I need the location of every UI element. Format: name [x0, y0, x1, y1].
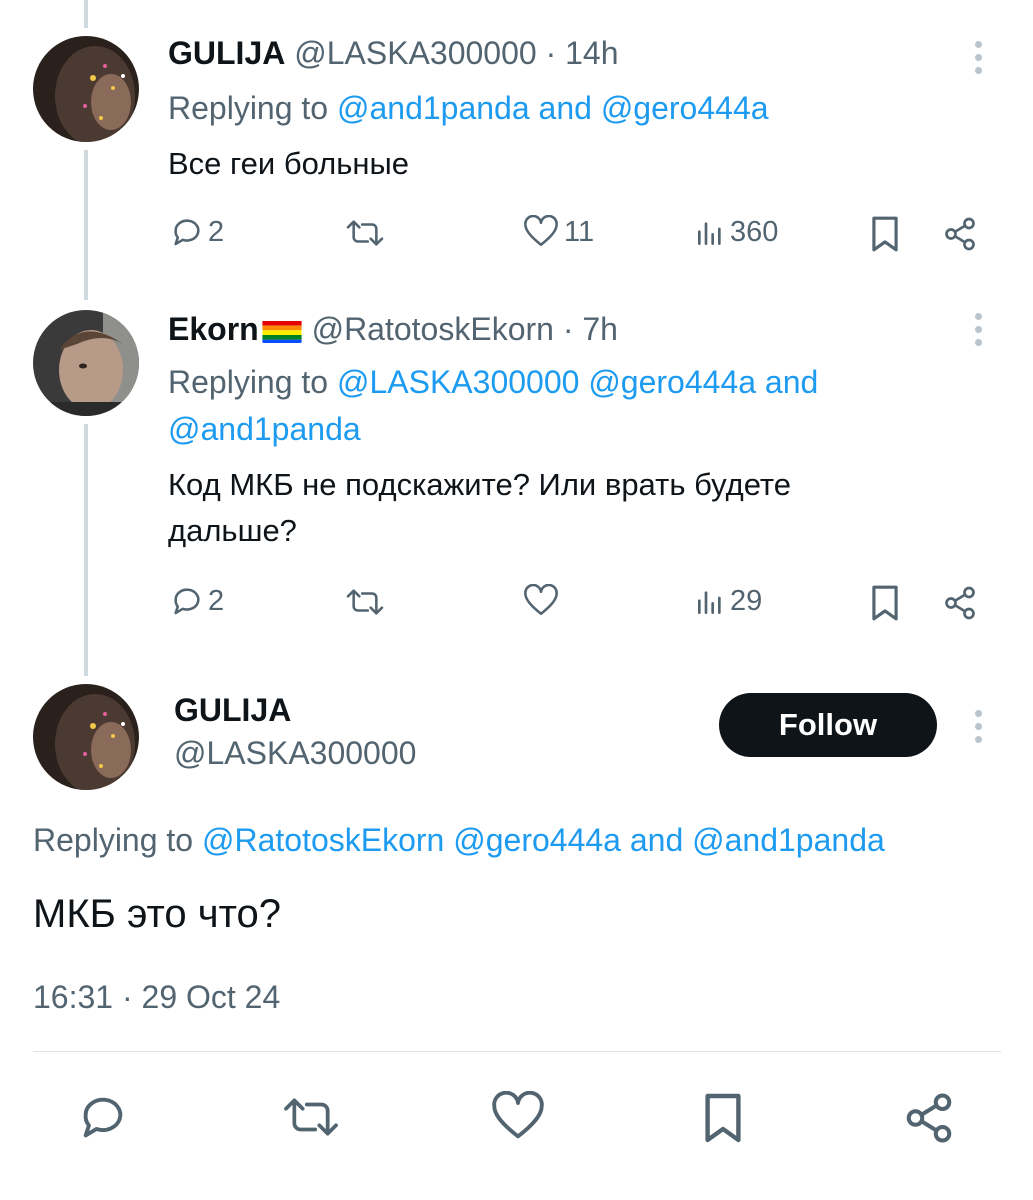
like-icon [492, 1091, 544, 1139]
bookmark-icon [872, 216, 898, 252]
mention-and1panda[interactable]: @and1panda [692, 822, 885, 858]
bookmark-button[interactable] [701, 1090, 745, 1146]
retweet-button[interactable] [343, 585, 387, 619]
replying-to: Replying to @and1panda and @gero444a [168, 84, 769, 132]
like-button[interactable]: 11 [522, 215, 594, 249]
mention-and1panda[interactable]: @and1panda [337, 90, 530, 126]
replying-to: Replying to @RatotoskEkorn @gero444a and… [33, 816, 885, 864]
like-icon [524, 584, 558, 616]
views-icon [698, 590, 721, 614]
reply-icon [174, 588, 200, 615]
replying-prefix: Replying to [168, 90, 337, 126]
rainbow-flag-icon [261, 315, 303, 343]
reply-button[interactable]: 2 [170, 584, 224, 618]
tweet-text: МКБ это что? [33, 892, 281, 936]
author-name[interactable]: GULIJA [174, 692, 291, 729]
share-icon [945, 586, 975, 620]
replying-prefix: Replying to [168, 364, 337, 400]
more-icon[interactable] [975, 41, 985, 80]
mention-laska300000[interactable]: @LASKA300000 [337, 364, 579, 400]
tweet-time[interactable]: · 14h [546, 35, 619, 71]
replying-and: and [620, 822, 693, 858]
share-icon [906, 1093, 952, 1143]
like-count: 11 [564, 215, 595, 248]
reply-icon [174, 219, 200, 246]
more-icon[interactable] [975, 313, 985, 352]
tweet-text: Все геи больные [168, 146, 410, 181]
bookmark-button[interactable] [869, 215, 901, 253]
reply-button[interactable] [77, 1091, 129, 1143]
share-icon [945, 217, 975, 251]
bookmark-icon [872, 585, 898, 621]
views-button[interactable]: 360 [694, 216, 778, 249]
views-count: 29 [730, 585, 763, 617]
reply-button[interactable]: 2 [170, 215, 224, 249]
retweet-button[interactable] [279, 1092, 343, 1142]
mention-ratotoskekorn[interactable]: @RatotoskEkorn [202, 822, 444, 858]
views-icon [698, 221, 721, 245]
author-handle[interactable]: @RatotoskEkorn [312, 311, 554, 347]
more-icon[interactable] [975, 710, 985, 749]
tweet-time[interactable]: · 7h [563, 311, 618, 347]
share-button[interactable] [942, 585, 978, 621]
tweet-timestamp[interactable]: 16:31 · 29 Oct 24 [33, 975, 280, 1019]
replying-and: and [529, 90, 601, 126]
reply-count: 2 [208, 215, 225, 248]
replying-and: and [756, 364, 819, 400]
share-button[interactable] [942, 216, 978, 252]
mention-gero444a[interactable]: @gero444a [453, 822, 621, 858]
avatar-gulija-1[interactable] [33, 36, 139, 142]
views-count: 360 [730, 216, 779, 248]
replying-prefix: Replying to [33, 822, 202, 858]
retweet-icon [346, 220, 384, 246]
avatar-gulija-main[interactable] [33, 684, 139, 790]
replying-to: Replying to @LASKA300000 @gero444a and [168, 358, 818, 406]
like-button[interactable] [522, 584, 564, 618]
mention-and1panda[interactable]: @and1panda [168, 411, 361, 447]
reply-count: 2 [208, 584, 225, 617]
author-name[interactable]: Ekorn [168, 311, 259, 347]
follow-button[interactable]: Follow [719, 693, 937, 757]
thread-line-1 [84, 150, 88, 300]
retweet-icon [346, 589, 384, 615]
retweet-button[interactable] [343, 216, 387, 250]
reply-icon [83, 1097, 123, 1138]
tweet-2-header: Ekorn @RatotoskEkorn · 7h [168, 306, 618, 352]
mention-gero444a[interactable]: @gero444a [588, 364, 756, 400]
thread-line-2 [84, 424, 88, 676]
mention-gero444a[interactable]: @gero444a [601, 90, 769, 126]
avatar-ekorn[interactable] [33, 310, 139, 416]
bookmark-button[interactable] [869, 584, 901, 622]
tweet-text-line2: дальше? [168, 513, 297, 548]
views-button[interactable]: 29 [694, 585, 762, 618]
author-handle[interactable]: @LASKA300000 [174, 735, 416, 772]
tweet-text-line1: Код МКБ не подскажите? Или врать будете [168, 467, 792, 502]
retweet-icon [284, 1098, 338, 1136]
divider [33, 1051, 1001, 1052]
like-icon [524, 215, 558, 247]
author-name[interactable]: GULIJA [168, 35, 285, 71]
bookmark-icon [705, 1093, 741, 1143]
thread-line-top [84, 0, 88, 28]
like-button[interactable] [490, 1091, 546, 1143]
share-button[interactable] [902, 1091, 956, 1145]
author-handle[interactable]: @LASKA300000 [294, 35, 536, 71]
tweet-1-header: GULIJA @LASKA300000 · 14h [168, 30, 619, 76]
replying-to-line2: @and1panda [168, 405, 361, 453]
